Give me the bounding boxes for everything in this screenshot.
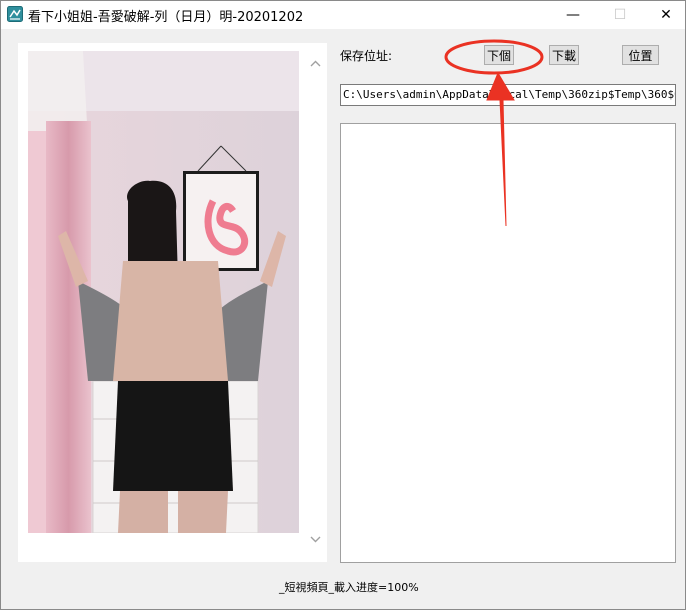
minimize-icon: — <box>566 7 580 23</box>
chevron-down-icon[interactable] <box>307 531 323 547</box>
app-window: 看下小姐姐-吾愛破解-列（日月）明-20201202 — ☐ ✕ 保存位址: 下… <box>0 0 686 610</box>
client-area: 保存位址: 下個 下載 位置 C:\Users\admin\AppData\Lo… <box>1 29 685 609</box>
image-preview-panel[interactable] <box>18 43 327 562</box>
download-button[interactable]: 下載 <box>549 45 579 65</box>
minimize-button[interactable]: — <box>550 1 596 29</box>
download-button-label: 下載 <box>551 48 576 63</box>
maximize-icon: ☐ <box>613 7 627 23</box>
close-icon: ✕ <box>660 7 672 23</box>
preview-photo <box>28 51 299 533</box>
location-button[interactable]: 位置 <box>622 45 659 65</box>
next-button-label: 下個 <box>486 48 511 63</box>
maximize-button[interactable]: ☐ <box>597 1 643 29</box>
close-button[interactable]: ✕ <box>643 1 689 29</box>
save-location-label: 保存位址: <box>340 49 393 63</box>
title-bar[interactable]: 看下小姐姐-吾愛破解-列（日月）明-20201202 — ☐ ✕ <box>1 1 685 29</box>
window-title: 看下小姐姐-吾愛破解-列（日月）明-20201202 <box>28 10 304 25</box>
location-button-label: 位置 <box>628 48 653 63</box>
save-path-field[interactable]: C:\Users\admin\AppData\Local\Temp\360zip… <box>340 84 676 106</box>
log-text-area[interactable] <box>340 123 676 563</box>
next-button[interactable]: 下個 <box>484 45 514 65</box>
chevron-up-icon[interactable] <box>307 55 323 71</box>
status-text: _短視頻頁_載入进度=100% <box>279 581 419 594</box>
app-icon <box>7 6 23 22</box>
